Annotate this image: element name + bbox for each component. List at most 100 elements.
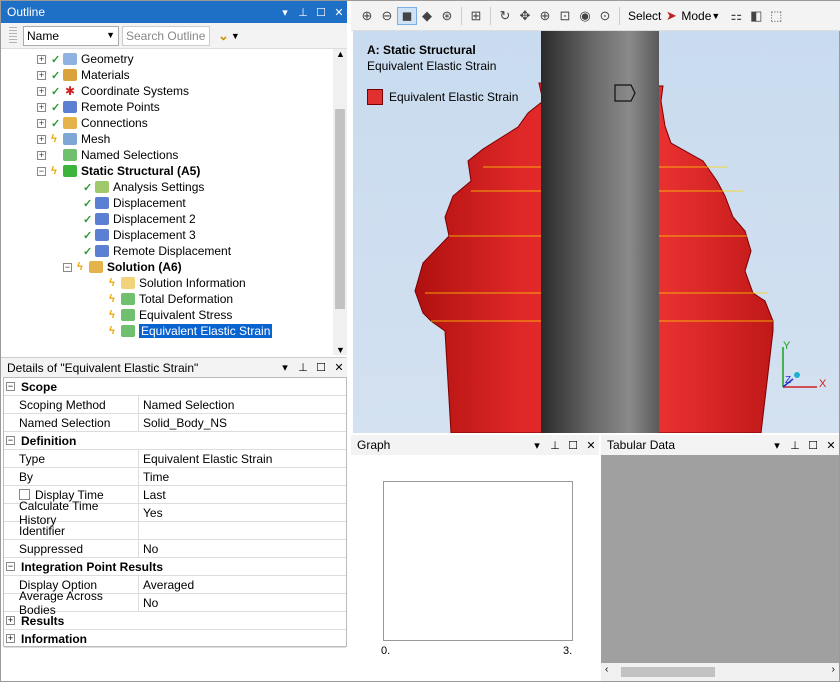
tree-item-equivalent-elastic-strain[interactable]: ϟ Equivalent Elastic Strain [109, 323, 273, 339]
expand-icon[interactable]: + [6, 616, 15, 625]
select-face-icon[interactable]: ◧ [746, 8, 766, 24]
row-value[interactable]: No [139, 540, 346, 557]
tree-item-displacement-2[interactable]: ✓ Displacement 2 [83, 211, 196, 227]
tree-item-equivalent-stress[interactable]: ϟ Equivalent Stress [109, 307, 232, 323]
row-value[interactable] [139, 522, 346, 539]
maximize-icon[interactable]: ☐ [805, 439, 821, 452]
tree-item-displacement[interactable]: ✓ Displacement [83, 195, 186, 211]
expand-icon[interactable]: + [37, 150, 46, 160]
expand-icon[interactable]: + [37, 118, 46, 128]
details-row[interactable]: Identifier [4, 522, 346, 540]
dropdown-icon[interactable]: ▾ [277, 6, 293, 19]
collapse-icon[interactable]: − [63, 262, 72, 272]
filter-select[interactable]: Name ▼ [23, 25, 119, 46]
expand-icon[interactable]: + [37, 86, 46, 96]
row-value[interactable]: Solid_Body_NS [139, 414, 346, 431]
scroll-right-icon[interactable]: › [832, 664, 835, 675]
scroll-down-icon[interactable]: ▼ [336, 345, 345, 355]
expand-icon[interactable]: + [37, 134, 46, 144]
chevron-down-icon[interactable]: ▼ [711, 11, 720, 21]
pan-icon[interactable]: ✥ [515, 8, 535, 24]
tree-item-remote-points[interactable]: + ✓ Remote Points [37, 99, 160, 115]
maximize-icon[interactable]: ☐ [313, 361, 329, 374]
dropdown-icon[interactable]: ▾ [769, 439, 785, 452]
outline-scrollbar[interactable]: ▲ ▼ [333, 49, 347, 355]
details-row[interactable]: By Time [4, 468, 346, 486]
details-row[interactable]: Suppressed No [4, 540, 346, 558]
tree-item-geometry[interactable]: + ✓ Geometry [37, 51, 134, 67]
expand-icon[interactable]: + [6, 634, 15, 643]
row-value[interactable]: Averaged [139, 576, 346, 593]
tabular-hscrollbar[interactable]: ‹ › [601, 663, 839, 681]
close-icon[interactable]: ✕ [583, 439, 599, 452]
select-button[interactable]: Select [628, 9, 661, 23]
tree-item-remote-displacement[interactable]: ✓ Remote Displacement [83, 243, 231, 259]
maximize-icon[interactable]: ☐ [565, 439, 581, 452]
box-zoom-icon[interactable]: ⊡ [555, 8, 575, 24]
row-value[interactable]: Equivalent Elastic Strain [139, 450, 346, 467]
details-row[interactable]: Average Across Bodies No [4, 589, 346, 617]
pin-icon[interactable]: ⊥ [547, 439, 563, 452]
scroll-thumb[interactable] [335, 109, 345, 309]
group-scope[interactable]: − Scope [4, 378, 346, 396]
tree-item-coordinate-systems[interactable]: + ✓ ✱ Coordinate Systems [37, 83, 189, 99]
tree-item-analysis-settings[interactable]: ✓ Analysis Settings [83, 179, 204, 195]
tree-item-total-deformation[interactable]: ϟ Total Deformation [109, 291, 233, 307]
row-value[interactable]: Yes [139, 504, 346, 521]
zoom-fit-icon[interactable]: ◉ [575, 8, 595, 24]
zoom-icon[interactable]: ⊕ [535, 8, 555, 24]
group-information[interactable]: + Information [4, 630, 346, 648]
shade-view-icon[interactable]: ◆ [417, 8, 437, 24]
mode-button[interactable]: Mode [681, 9, 711, 23]
tree-item-named-selections[interactable]: + · Named Selections [37, 147, 178, 163]
iso-view-icon[interactable]: ◼ [397, 6, 417, 25]
close-icon[interactable]: ✕ [331, 361, 347, 374]
scroll-thumb[interactable] [621, 667, 715, 677]
expand-icon[interactable]: + [37, 54, 46, 64]
tree-item-mesh[interactable]: + ϟ Mesh [37, 131, 110, 147]
row-value[interactable]: Named Selection [139, 396, 346, 413]
expand-icon[interactable]: + [37, 102, 46, 112]
pin-icon[interactable]: ⊥ [295, 6, 311, 19]
tree-item-solution[interactable]: − ϟ Solution (A6) [63, 259, 182, 275]
maximize-icon[interactable]: ☐ [313, 6, 329, 19]
select-filter-icon[interactable]: ⚏ [726, 8, 746, 24]
select-body-icon[interactable]: ⬚ [766, 8, 786, 24]
close-icon[interactable]: ✕ [331, 6, 347, 19]
collapse-icon[interactable]: − [37, 166, 46, 176]
grip-handle[interactable] [9, 26, 17, 45]
details-row[interactable]: Type Equivalent Elastic Strain [4, 450, 346, 468]
scroll-up-icon[interactable]: ▲ [336, 49, 345, 59]
tree-item-materials[interactable]: + ✓ Materials [37, 67, 130, 83]
filter-options-icon[interactable]: ⌄ [218, 28, 229, 44]
chevron-down-icon[interactable]: ▼ [231, 31, 240, 41]
details-row[interactable]: Calculate Time History Yes [4, 499, 346, 527]
cursor-icon[interactable]: ➤ [661, 8, 681, 24]
dropdown-icon[interactable]: ▾ [529, 439, 545, 452]
collapse-icon[interactable]: − [6, 562, 15, 571]
zoom-in-icon[interactable]: ⊕ [357, 8, 377, 24]
row-value[interactable]: No [139, 594, 346, 611]
dropdown-icon[interactable]: ▾ [277, 361, 293, 374]
collapse-icon[interactable]: − [6, 436, 15, 445]
zoom-out-icon[interactable]: ⊖ [377, 8, 397, 24]
graphics-viewport[interactable]: Y X Z A: Static Structural Equivalent El… [353, 31, 839, 433]
pin-icon[interactable]: ⊥ [787, 439, 803, 452]
tree-item-solution-information[interactable]: ϟ Solution Information [109, 275, 246, 291]
group-integration-point-results[interactable]: − Integration Point Results [4, 558, 346, 576]
group-results[interactable]: + Results [4, 612, 346, 630]
rotate-icon[interactable]: ↻ [495, 8, 515, 24]
tree-item-connections[interactable]: + ✓ Connections [37, 115, 148, 131]
expand-icon[interactable]: + [37, 70, 46, 80]
tree-item-displacement-3[interactable]: ✓ Displacement 3 [83, 227, 196, 243]
row-value[interactable]: Time [139, 468, 346, 485]
row-value[interactable]: Last [139, 486, 346, 503]
details-row[interactable]: Named Selection Solid_Body_NS [4, 414, 346, 432]
search-outline-input[interactable]: Search Outline [122, 25, 210, 46]
scroll-left-icon[interactable]: ‹ [605, 664, 608, 675]
grid-icon[interactable]: ⊞ [466, 8, 486, 24]
magnifier-icon[interactable]: ⊙ [595, 8, 615, 24]
graph-plot-area[interactable] [383, 481, 573, 641]
details-row[interactable]: Scoping Method Named Selection [4, 396, 346, 414]
tree-item-static-structural[interactable]: − ϟ Static Structural (A5) [37, 163, 200, 179]
